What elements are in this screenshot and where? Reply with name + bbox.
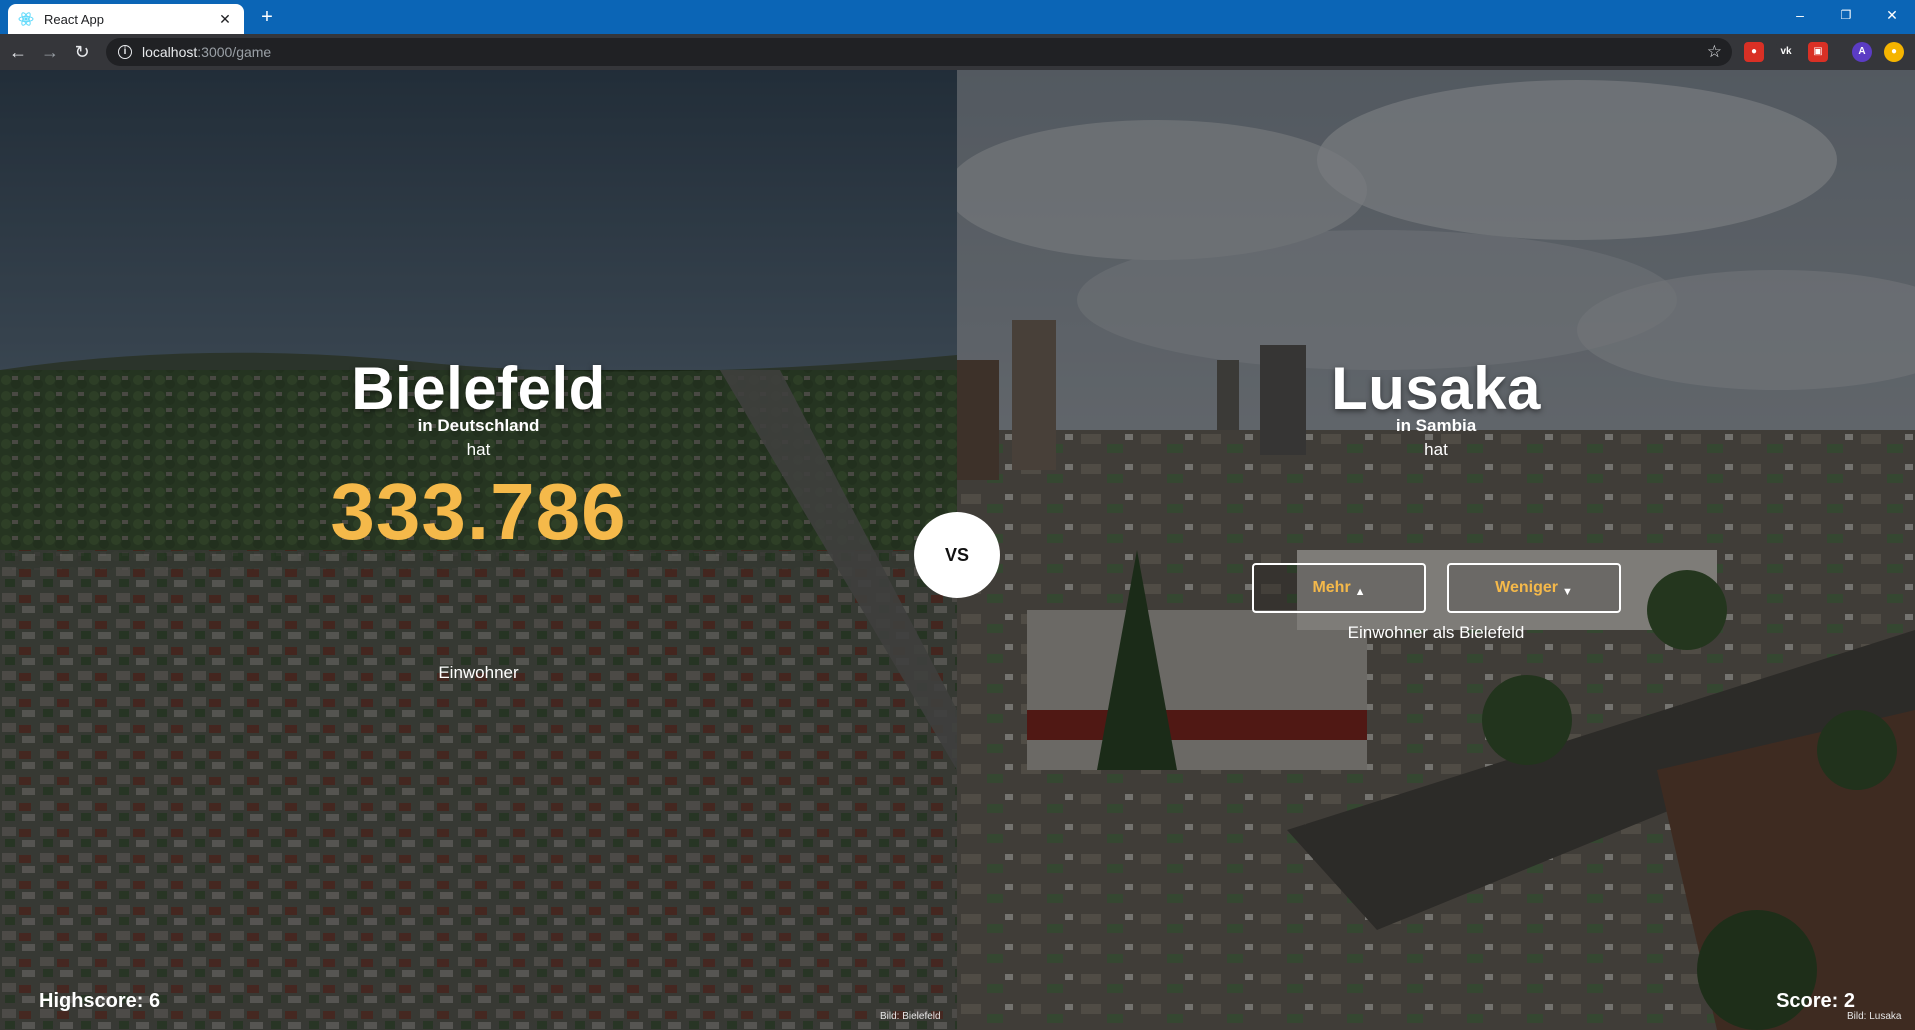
- game-area: Bielefeld in Deutschland hat 333.786 Ein…: [0, 70, 1915, 1030]
- right-city-name: Lusaka: [1331, 355, 1541, 422]
- left-city-panel: Bielefeld in Deutschland hat 333.786 Ein…: [0, 70, 957, 1030]
- screenshot-extension-icon[interactable]: ▣: [1808, 42, 1828, 62]
- right-has-label: hat: [1424, 440, 1448, 459]
- right-compare-text: Einwohner als Bielefeld: [1347, 623, 1525, 642]
- triangle-down-icon: ▼: [1561, 586, 1573, 598]
- forward-arrow-icon[interactable]: →: [38, 40, 62, 64]
- adblock-extension-icon[interactable]: ●: [1744, 42, 1764, 62]
- url-path: :3000/game: [197, 44, 272, 60]
- left-image-credit: Bild: Bielefeld: [880, 1011, 941, 1022]
- less-button[interactable]: Weniger ▼: [1447, 563, 1621, 613]
- profile-avatar[interactable]: A: [1852, 42, 1872, 62]
- coin-extension-icon[interactable]: ●: [1884, 42, 1904, 62]
- left-population-unit: Einwohner: [438, 663, 519, 682]
- triangle-up-icon: ▲: [1354, 586, 1366, 598]
- browser-tab-strip: React App ✕ + – ❐ ✕: [0, 0, 1915, 34]
- right-dark-overlay: [957, 70, 1915, 1030]
- tab-close-icon[interactable]: ✕: [216, 11, 234, 28]
- left-city-country: in Deutschland: [417, 416, 540, 435]
- right-city-country: in Sambia: [1395, 416, 1477, 435]
- site-info-icon[interactable]: i: [118, 45, 132, 59]
- left-has-label: hat: [466, 440, 491, 459]
- vs-badge: VS: [914, 512, 1000, 598]
- react-favicon-icon: [18, 12, 34, 26]
- more-button-label: Mehr: [1312, 579, 1351, 596]
- right-image-credit: Bild: Lusaka: [1847, 1011, 1902, 1022]
- url-host: localhost: [142, 44, 198, 60]
- right-city-panel: Lusaka in Sambia hat Mehr ▲ Weniger ▼ Einw…: [957, 70, 1915, 1030]
- window-close-button[interactable]: ✕: [1869, 0, 1915, 30]
- vk-extension-icon[interactable]: vk: [1776, 42, 1796, 62]
- less-button-label: Weniger: [1495, 579, 1558, 596]
- bookmark-star-icon[interactable]: ☆: [1707, 42, 1722, 62]
- minimize-button[interactable]: –: [1777, 0, 1823, 30]
- address-bar[interactable]: i localhost:3000/game ☆: [106, 38, 1732, 66]
- highscore-label: Highscore: 6: [39, 990, 161, 1012]
- reload-icon[interactable]: ↻: [70, 40, 94, 64]
- restore-button[interactable]: ❐: [1823, 0, 1869, 30]
- new-tab-button[interactable]: +: [256, 6, 278, 28]
- back-arrow-icon[interactable]: ←: [6, 40, 30, 64]
- browser-tab[interactable]: React App ✕: [8, 4, 244, 34]
- score-label: Score: 2: [1776, 990, 1855, 1012]
- more-button[interactable]: Mehr ▲: [1252, 563, 1426, 613]
- left-population-value: 333.786: [330, 467, 627, 556]
- tab-title: React App: [44, 11, 104, 27]
- browser-toolbar: ← → ↻ i localhost:3000/game ☆ ● vk ▣ A ●: [0, 34, 1915, 70]
- left-city-name: Bielefeld: [351, 355, 606, 422]
